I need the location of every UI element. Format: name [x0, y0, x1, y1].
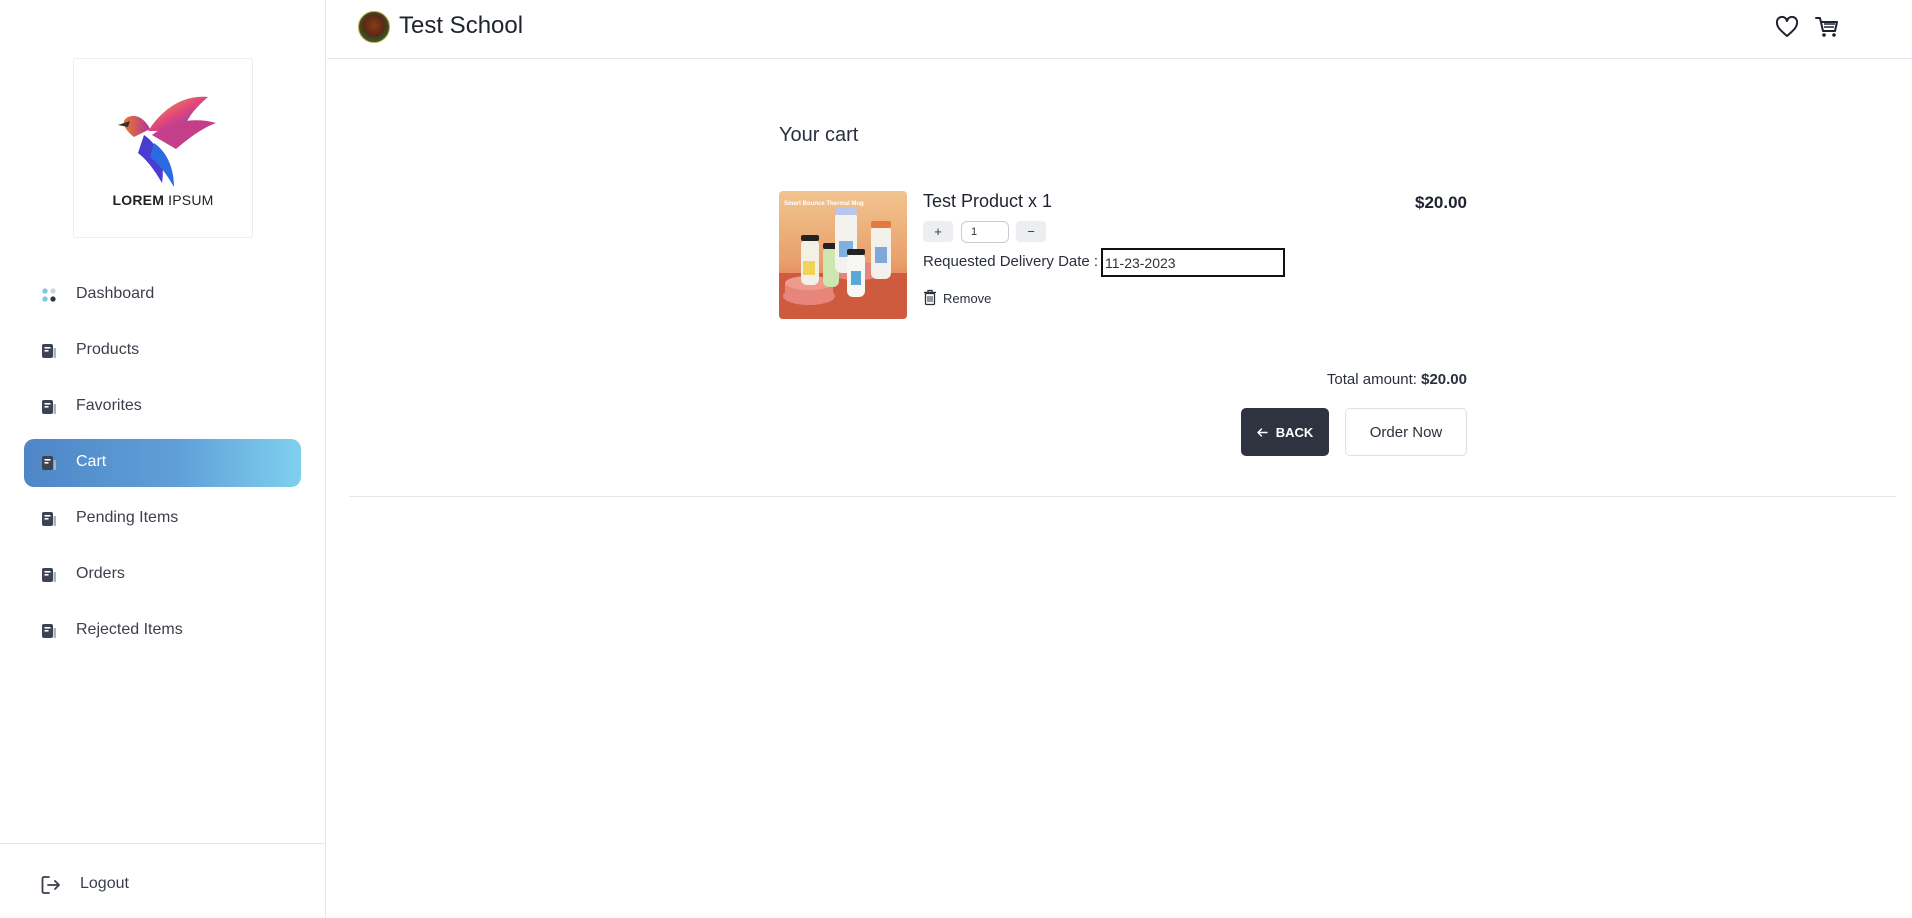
sidebar-item-label: Orders [76, 565, 125, 582]
book-icon [42, 400, 56, 414]
sidebar-item-cart[interactable]: Cart [24, 439, 301, 487]
sidebar: LOREM IPSUM Dashboard Products Favorites… [0, 0, 326, 918]
sidebar-item-orders[interactable]: Orders [24, 551, 301, 599]
cart-title: Your cart [779, 124, 859, 146]
book-icon [42, 624, 56, 638]
sidebar-item-label: Rejected Items [76, 621, 183, 638]
total-amount: Total amount: $20.00 [1200, 371, 1467, 388]
logout-label: Logout [80, 875, 129, 892]
back-button[interactable]: BACK [1241, 408, 1329, 456]
delivery-date-input[interactable] [1101, 248, 1285, 277]
dashboard-icon [42, 288, 56, 302]
sidebar-item-label: Cart [76, 453, 107, 470]
app-root: LOREM IPSUM Dashboard Products Favorites… [0, 0, 1912, 918]
product-image: Smart Bounce Thermal Mug [779, 191, 907, 319]
content-divider [349, 496, 1896, 497]
bird-logo-icon [118, 96, 216, 187]
logout-icon [41, 876, 60, 894]
product-name: Test Product x 1 [923, 191, 1053, 211]
sidebar-item-favorites[interactable]: Favorites [24, 383, 301, 431]
sidebar-item-pending-items[interactable]: Pending Items [24, 495, 301, 543]
back-label: BACK [1275, 424, 1314, 440]
book-icon [42, 344, 56, 358]
brand-logo: LOREM IPSUM [73, 58, 253, 238]
heart-icon[interactable] [1774, 14, 1800, 40]
sidebar-divider [0, 843, 326, 844]
sidebar-item-label: Products [76, 341, 140, 358]
sidebar-item-label: Pending Items [76, 509, 179, 526]
total-value: $20.00 [1421, 371, 1467, 388]
product-price: $20.00 [1415, 193, 1467, 212]
book-icon [42, 456, 56, 470]
trash-icon [924, 289, 936, 306]
sidebar-nav: Dashboard Products Favorites Cart Pendin… [24, 271, 301, 663]
sidebar-item-dashboard[interactable]: Dashboard [24, 271, 301, 319]
sidebar-item-label: Dashboard [76, 285, 155, 302]
quantity-increase-button[interactable]: + [923, 221, 953, 242]
total-label: Total amount: [1326, 371, 1417, 388]
school-name: Test School [399, 12, 524, 39]
remove-label: Remove [943, 291, 992, 306]
sidebar-item-products[interactable]: Products [24, 327, 301, 375]
top-header: Test School [327, 0, 1912, 59]
quantity-decrease-button[interactable]: − [1016, 221, 1046, 242]
cart-icon[interactable] [1814, 14, 1840, 40]
delivery-date-label: Requested Delivery Date : [923, 253, 1099, 270]
product-image-caption: Smart Bounce Thermal Mug [784, 201, 864, 207]
order-now-button[interactable]: Order Now [1345, 408, 1467, 456]
book-icon [42, 512, 56, 526]
brand-logo-text: LOREM IPSUM [112, 192, 214, 208]
arrow-left-icon [1257, 427, 1268, 437]
sidebar-item-label: Favorites [76, 397, 142, 414]
school-logo [358, 11, 390, 43]
quantity-input[interactable] [961, 221, 1009, 243]
logout-button[interactable]: Logout [40, 870, 280, 900]
book-icon [42, 568, 56, 582]
sidebar-item-rejected-items[interactable]: Rejected Items [24, 607, 301, 655]
